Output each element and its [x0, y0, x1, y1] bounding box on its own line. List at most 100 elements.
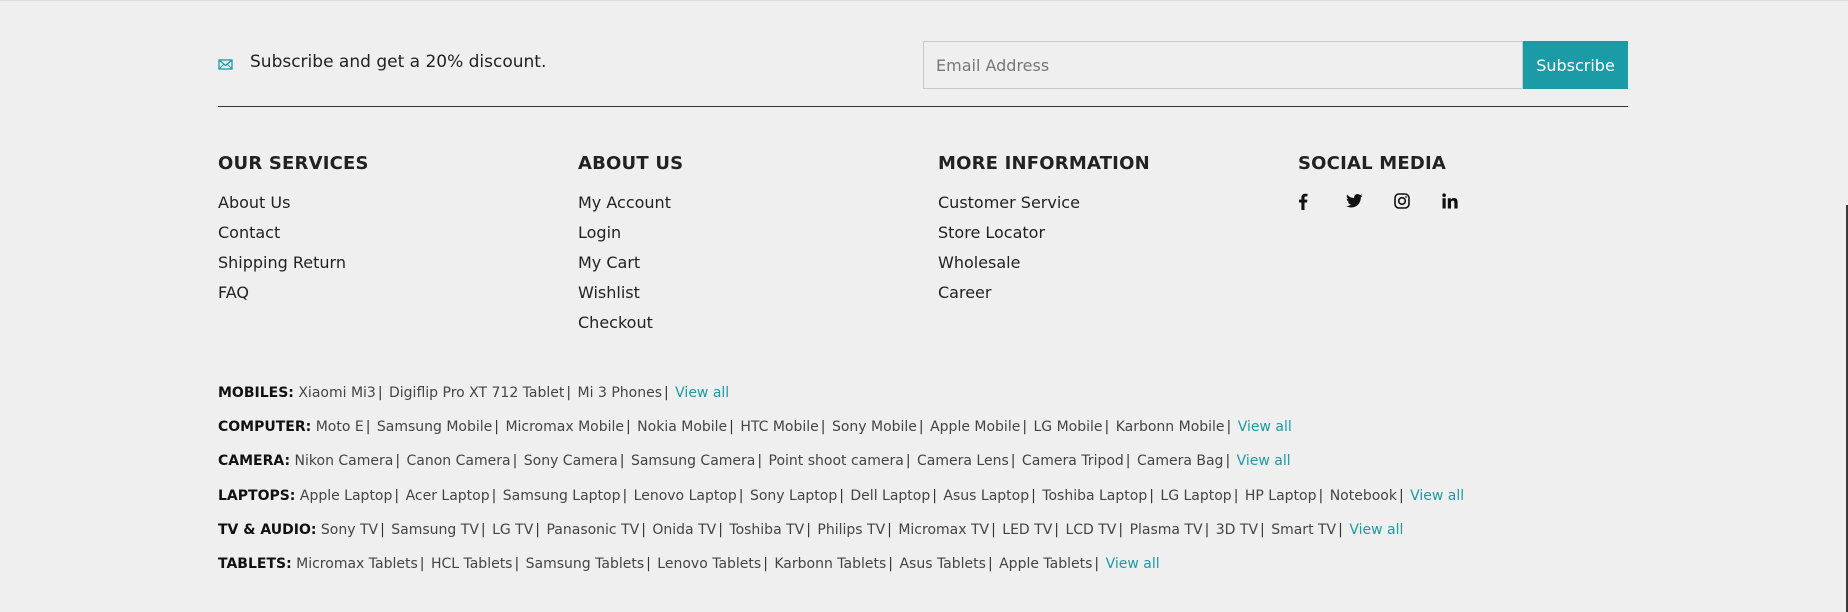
category-link[interactable]: Samsung TV	[391, 522, 479, 538]
category-link[interactable]: Micromax Mobile	[505, 419, 624, 435]
subscribe-button[interactable]: Subscribe	[1523, 41, 1628, 89]
column-more-information: MORE INFORMATION Customer Service Store …	[938, 153, 1278, 308]
view-all-link[interactable]: View all	[675, 385, 729, 401]
footer-link-contact[interactable]: Contact	[218, 223, 280, 242]
footer-link-store-locator[interactable]: Store Locator	[938, 223, 1045, 242]
category-links: MOBILES: Xiaomi Mi3 | Digiflip Pro XT 712…	[218, 376, 1628, 581]
category-link[interactable]: Nokia Mobile	[637, 419, 727, 435]
column-title: MORE INFORMATION	[938, 153, 1150, 174]
social-links	[1298, 188, 1638, 214]
category-link[interactable]: Smart TV	[1271, 522, 1336, 538]
category-link[interactable]: Philips TV	[817, 522, 885, 538]
category-row-laptops: LAPTOPS: Apple Laptop | Acer Laptop | Sams…	[218, 487, 1465, 504]
footer-link-career[interactable]: Career	[938, 283, 991, 302]
category-link[interactable]: Sony TV	[321, 522, 378, 538]
category-link[interactable]: Apple Mobile	[930, 419, 1020, 435]
category-link[interactable]: Samsung Laptop	[503, 488, 621, 504]
category-link[interactable]: Canon Camera	[407, 453, 511, 469]
category-link[interactable]: Acer Laptop	[406, 488, 490, 504]
category-link[interactable]: Lenovo Laptop	[634, 488, 737, 504]
category-link[interactable]: LG Laptop	[1160, 488, 1231, 504]
envelope-icon	[218, 57, 233, 72]
category-link[interactable]: Notebook	[1330, 488, 1397, 504]
view-all-link[interactable]: View all	[1410, 488, 1464, 504]
category-link[interactable]: Camera Bag	[1137, 453, 1223, 469]
category-link[interactable]: Toshiba Laptop	[1042, 488, 1147, 504]
category-link[interactable]: Sony Laptop	[750, 488, 837, 504]
category-label: MOBILES:	[218, 385, 294, 401]
category-link[interactable]: HCL Tablets	[431, 556, 513, 572]
category-link[interactable]: Point shoot camera	[769, 453, 904, 469]
category-link[interactable]: LED TV	[1002, 522, 1052, 538]
footer-link-login[interactable]: Login	[578, 223, 621, 242]
column-about-us: ABOUT US My Account Login My Cart Wishli…	[578, 153, 918, 338]
newsletter-text: Subscribe and get a 20% discount.	[250, 52, 547, 72]
category-link[interactable]: Onida TV	[652, 522, 716, 538]
footer-link-customer-service[interactable]: Customer Service	[938, 193, 1080, 212]
footer-link-shipping-return[interactable]: Shipping Return	[218, 253, 346, 272]
category-label: TV & AUDIO:	[218, 521, 317, 538]
footer-link-about-us[interactable]: About Us	[218, 193, 290, 212]
category-link[interactable]: Lenovo Tablets	[657, 556, 761, 572]
category-link[interactable]: Samsung Camera	[631, 453, 755, 469]
facebook-icon[interactable]	[1298, 188, 1346, 214]
category-label: COMPUTER:	[218, 419, 312, 436]
linkedin-icon[interactable]	[1442, 188, 1490, 214]
category-label: LAPTOPS:	[218, 487, 296, 504]
category-link[interactable]: Asus Tablets	[899, 556, 985, 572]
category-row-tablets: TABLETS: Micromax Tablets | HCL Tablets | …	[218, 556, 1160, 573]
category-link[interactable]: Moto E	[316, 419, 364, 435]
category-link[interactable]: Samsung Tablets	[526, 556, 644, 572]
category-link[interactable]: Xiaomi Mi3	[298, 385, 375, 401]
category-link[interactable]: Camera Tripod	[1022, 453, 1124, 469]
category-row-tv-audio: TV & AUDIO: Sony TV | Samsung TV | LG TV | …	[218, 521, 1404, 538]
category-link[interactable]: Apple Laptop	[300, 488, 393, 504]
category-link[interactable]: Plasma TV	[1130, 522, 1203, 538]
category-row-computer: COMPUTER: Moto E | Samsung Mobile | Microm…	[218, 419, 1292, 436]
category-link[interactable]: Sony Camera	[524, 453, 618, 469]
category-link[interactable]: LCD TV	[1065, 522, 1116, 538]
category-link[interactable]: Samsung Mobile	[377, 419, 492, 435]
view-all-link[interactable]: View all	[1106, 556, 1160, 572]
category-link[interactable]: HTC Mobile	[740, 419, 818, 435]
newsletter-row: Subscribe and get a 20% discount. Subscr…	[218, 41, 1628, 89]
footer-link-wholesale[interactable]: Wholesale	[938, 253, 1020, 272]
column-title: SOCIAL MEDIA	[1298, 153, 1447, 174]
category-link[interactable]: Panasonic TV	[546, 522, 639, 538]
category-label: TABLETS:	[218, 556, 292, 573]
footer-link-my-cart[interactable]: My Cart	[578, 253, 640, 272]
email-field[interactable]	[923, 41, 1523, 89]
category-link[interactable]: Dell Laptop	[850, 488, 930, 504]
category-link[interactable]: Micromax TV	[898, 522, 989, 538]
category-link[interactable]: LG TV	[492, 522, 533, 538]
view-all-link[interactable]: View all	[1237, 453, 1291, 469]
footer-link-my-account[interactable]: My Account	[578, 193, 671, 212]
category-link[interactable]: Apple Tablets	[999, 556, 1092, 572]
twitter-icon[interactable]	[1346, 188, 1394, 214]
category-link[interactable]: Sony Mobile	[832, 419, 917, 435]
category-link[interactable]: Camera Lens	[917, 453, 1009, 469]
divider	[218, 106, 1628, 107]
category-link[interactable]: Micromax Tablets	[296, 556, 418, 572]
column-title: OUR SERVICES	[218, 153, 369, 174]
category-link[interactable]: 3D TV	[1216, 522, 1258, 538]
footer-link-checkout[interactable]: Checkout	[578, 313, 653, 332]
category-link[interactable]: Karbonn Mobile	[1116, 419, 1225, 435]
category-link[interactable]: Digiflip Pro XT 712 Tablet	[389, 385, 564, 401]
category-link[interactable]: HP Laptop	[1245, 488, 1317, 504]
category-link[interactable]: Nikon Camera	[295, 453, 394, 469]
footer-link-faq[interactable]: FAQ	[218, 283, 249, 302]
category-link[interactable]: LG Mobile	[1034, 419, 1103, 435]
category-link[interactable]: Toshiba TV	[729, 522, 804, 538]
view-all-link[interactable]: View all	[1349, 522, 1403, 538]
view-all-link[interactable]: View all	[1238, 419, 1292, 435]
top-border	[0, 0, 1848, 1]
column-our-services: OUR SERVICES About Us Contact Shipping R…	[218, 153, 558, 308]
footer-link-wishlist[interactable]: Wishlist	[578, 283, 640, 302]
column-title: ABOUT US	[578, 153, 684, 174]
category-row-camera: CAMERA: Nikon Camera | Canon Camera | Sony…	[218, 453, 1291, 470]
instagram-icon[interactable]	[1394, 188, 1442, 214]
category-link[interactable]: Mi 3 Phones	[578, 385, 662, 401]
category-link[interactable]: Asus Laptop	[943, 488, 1029, 504]
category-link[interactable]: Karbonn Tablets	[774, 556, 886, 572]
